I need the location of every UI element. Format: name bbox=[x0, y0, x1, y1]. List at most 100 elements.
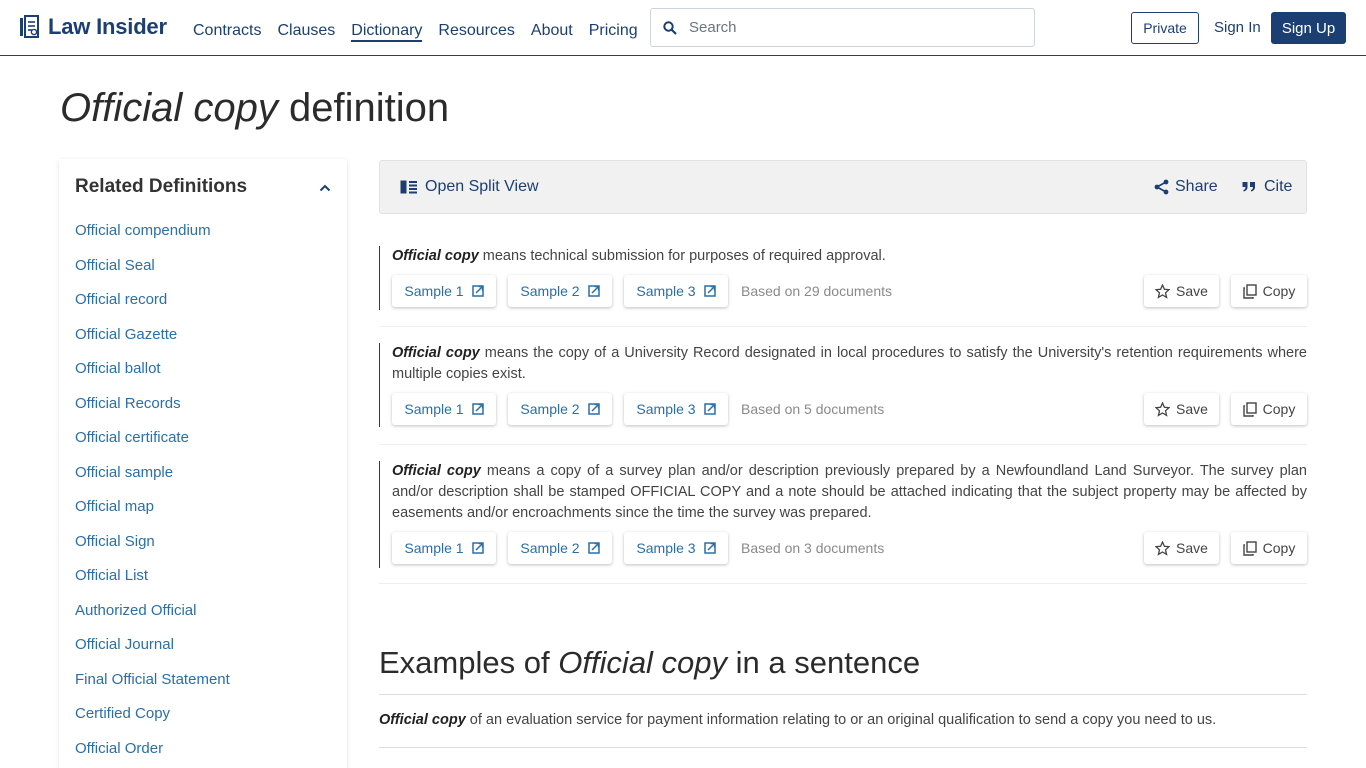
related-definition-link[interactable]: Official compendium bbox=[75, 221, 230, 256]
page-title: Official copy definition bbox=[60, 86, 449, 131]
main-nav: Contracts Clauses Dictionary Resources A… bbox=[193, 20, 654, 42]
star-icon bbox=[1155, 283, 1171, 299]
sample-link[interactable]: Sample 3 bbox=[624, 532, 728, 564]
external-link-icon bbox=[703, 542, 716, 554]
copy-button[interactable]: Copy bbox=[1231, 532, 1307, 564]
related-definition-link[interactable]: Official Order bbox=[75, 739, 230, 768]
external-link-icon bbox=[587, 542, 600, 554]
related-definition-link[interactable]: Official sample bbox=[75, 463, 230, 498]
copy-icon bbox=[1242, 540, 1257, 556]
definition-term: Official copy bbox=[392, 248, 479, 264]
share-label: Share bbox=[1175, 178, 1218, 195]
related-definitions-panel: Related Definitions Official compendium … bbox=[59, 159, 347, 768]
related-definition-link[interactable]: Official Seal bbox=[75, 256, 230, 291]
document-count: Based on 3 documents bbox=[741, 540, 885, 556]
divider bbox=[379, 747, 1307, 748]
related-definition-link[interactable]: Official record bbox=[75, 290, 230, 325]
related-definition-link[interactable]: Certified Copy bbox=[75, 704, 230, 739]
sample-link[interactable]: Sample 2 bbox=[508, 532, 612, 564]
save-button[interactable]: Save bbox=[1144, 393, 1219, 425]
nav-pricing[interactable]: Pricing bbox=[589, 20, 638, 42]
definition-actions: Sample 1 Sample 2 Sample 3 Based on 5 do… bbox=[392, 393, 1307, 427]
private-button[interactable]: Private bbox=[1131, 12, 1199, 44]
external-link-icon bbox=[587, 285, 600, 297]
definition-entry: Official copy means a copy of a survey p… bbox=[379, 461, 1307, 584]
nav-about[interactable]: About bbox=[531, 20, 573, 42]
related-definition-link[interactable]: Official ballot bbox=[75, 359, 230, 394]
star-icon bbox=[1155, 540, 1171, 556]
definition-text: Official copy means technical submission… bbox=[392, 248, 886, 264]
save-button[interactable]: Save bbox=[1144, 275, 1219, 307]
sample-link[interactable]: Sample 1 bbox=[392, 393, 496, 425]
divider bbox=[379, 694, 1307, 695]
example-sentence: Official copy of an evaluation service f… bbox=[379, 712, 1217, 728]
sample-link[interactable]: Sample 3 bbox=[624, 393, 728, 425]
sample-link[interactable]: Sample 1 bbox=[392, 532, 496, 564]
quote-icon bbox=[1242, 182, 1255, 192]
cite-button[interactable]: Cite bbox=[1242, 178, 1292, 196]
definition-term: Official copy bbox=[392, 345, 480, 361]
share-icon bbox=[1154, 179, 1169, 195]
nav-dictionary[interactable]: Dictionary bbox=[351, 20, 423, 42]
external-link-icon bbox=[471, 403, 484, 415]
logo-text: Law Insider bbox=[48, 14, 167, 39]
cite-label: Cite bbox=[1264, 178, 1293, 195]
definition-text: Official copy means a copy of a survey p… bbox=[392, 463, 1308, 521]
sample-link[interactable]: Sample 2 bbox=[508, 393, 612, 425]
related-definition-link[interactable]: Official List bbox=[75, 566, 230, 601]
examples-heading: Examples of Official copy in a sentence bbox=[379, 645, 921, 680]
related-definitions-heading: Related Definitions bbox=[75, 176, 248, 197]
examples-heading-term: Official copy bbox=[558, 645, 728, 680]
chevron-up-icon[interactable] bbox=[319, 179, 331, 195]
related-definition-link[interactable]: Authorized Official bbox=[75, 601, 230, 636]
definition-text: Official copy means the copy of a Univer… bbox=[392, 345, 1307, 382]
sign-up-button[interactable]: Sign Up bbox=[1271, 12, 1346, 44]
related-definition-link[interactable]: Official certificate bbox=[75, 428, 230, 463]
related-definitions-list: Official compendium Official Seal Offici… bbox=[75, 221, 230, 768]
document-count: Based on 29 documents bbox=[741, 283, 892, 299]
definition-entry: Official copy means technical submission… bbox=[379, 246, 1307, 327]
external-link-icon bbox=[587, 403, 600, 415]
copy-icon bbox=[1242, 401, 1257, 417]
search-input[interactable] bbox=[689, 19, 1009, 36]
law-insider-logo-icon bbox=[20, 15, 39, 38]
search-icon bbox=[663, 20, 677, 35]
external-link-icon bbox=[703, 403, 716, 415]
share-button[interactable]: Share bbox=[1154, 178, 1218, 196]
related-definition-link[interactable]: Official Records bbox=[75, 394, 230, 429]
definition-actions: Sample 1 Sample 2 Sample 3 Based on 29 d… bbox=[392, 275, 1307, 309]
page-title-suffix: definition bbox=[288, 86, 450, 130]
sign-in-link[interactable]: Sign In bbox=[1214, 19, 1261, 36]
definition-term: Official copy bbox=[392, 463, 481, 479]
external-link-icon bbox=[471, 285, 484, 297]
sample-link[interactable]: Sample 2 bbox=[508, 275, 612, 307]
related-definition-link[interactable]: Official Gazette bbox=[75, 325, 230, 360]
related-definition-link[interactable]: Official Sign bbox=[75, 532, 230, 567]
external-link-icon bbox=[471, 542, 484, 554]
copy-button[interactable]: Copy bbox=[1231, 393, 1307, 425]
search-box bbox=[650, 8, 1035, 47]
definition-entry: Official copy means the copy of a Univer… bbox=[379, 343, 1307, 445]
definition-toolbar: Open Split View Share Cite bbox=[379, 160, 1307, 214]
split-view-icon bbox=[400, 180, 417, 194]
document-count: Based on 5 documents bbox=[741, 401, 885, 417]
related-definition-link[interactable]: Official map bbox=[75, 497, 230, 532]
nav-contracts[interactable]: Contracts bbox=[193, 20, 261, 42]
copy-button[interactable]: Copy bbox=[1231, 275, 1307, 307]
sample-link[interactable]: Sample 1 bbox=[392, 275, 496, 307]
definition-actions: Sample 1 Sample 2 Sample 3 Based on 3 do… bbox=[392, 532, 1307, 566]
nav-clauses[interactable]: Clauses bbox=[277, 20, 335, 42]
open-split-view-label: Open Split View bbox=[425, 178, 539, 195]
top-navbar: Law Insider Contracts Clauses Dictionary… bbox=[0, 0, 1366, 56]
sample-link[interactable]: Sample 3 bbox=[624, 275, 728, 307]
related-definition-link[interactable]: Official Journal bbox=[75, 635, 230, 670]
copy-icon bbox=[1242, 283, 1257, 299]
open-split-view-button[interactable]: Open Split View bbox=[400, 178, 539, 196]
star-icon bbox=[1155, 401, 1171, 417]
save-button[interactable]: Save bbox=[1144, 532, 1219, 564]
related-definition-link[interactable]: Final Official Statement bbox=[75, 670, 230, 705]
logo[interactable]: Law Insider bbox=[19, 14, 167, 40]
example-term: Official copy bbox=[379, 712, 466, 728]
page-title-term: Official copy bbox=[60, 86, 278, 130]
nav-resources[interactable]: Resources bbox=[438, 20, 514, 42]
